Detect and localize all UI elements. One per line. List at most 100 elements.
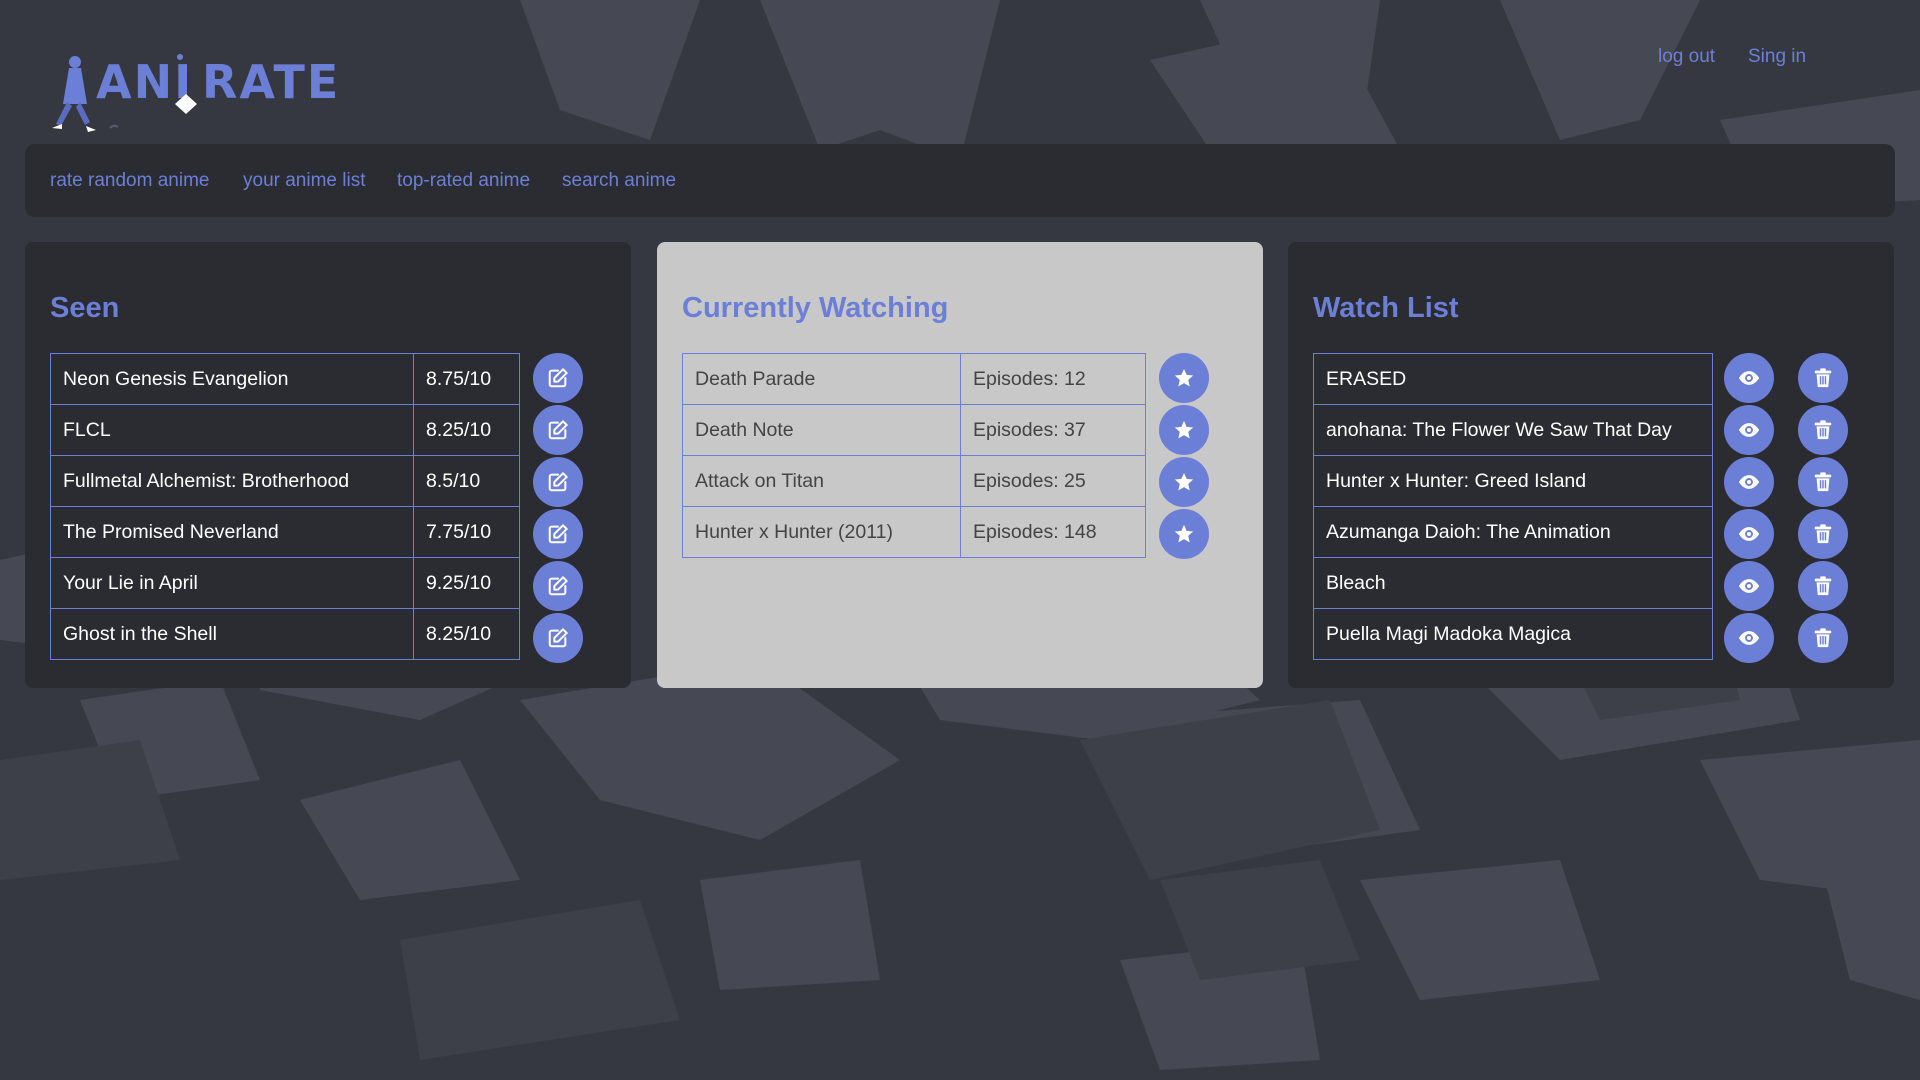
episode-count: Episodes: 12 (960, 353, 1146, 405)
anime-title: Death Note (682, 404, 961, 456)
anime-title: Ghost in the Shell (50, 608, 414, 660)
seen-panel: Seen Neon Genesis Evangelion 8.75/10 FLCL 8… (25, 242, 631, 688)
seen-table: Neon Genesis Evangelion 8.75/10 FLCL 8.25/1… (50, 353, 520, 660)
star-icon (1173, 523, 1195, 545)
rate-button[interactable] (1159, 405, 1209, 455)
table-row: Puella Magi Madoka Magica (1313, 608, 1713, 660)
edit-rating-button[interactable] (533, 405, 583, 455)
currently-watching-title: Currently Watching (682, 292, 949, 324)
table-row: Death Parade Episodes: 12 (682, 353, 1146, 405)
table-row: FLCL 8.25/10 (50, 404, 520, 456)
anime-title: Attack on Titan (682, 455, 961, 507)
nav-your-anime-list[interactable]: your anime list (243, 170, 366, 192)
watch-list-panel: Watch List ERASED anohana: The Flower We … (1288, 242, 1894, 688)
edit-rating-button[interactable] (533, 457, 583, 507)
currently-watching-panel: Currently Watching Death Parade Episodes:… (657, 242, 1263, 688)
star-icon (1173, 367, 1195, 389)
svg-text:RATE: RATE (202, 55, 340, 109)
table-row: Ghost in the Shell 8.25/10 (50, 608, 520, 660)
star-icon (1173, 419, 1195, 441)
anime-title: Your Lie in April (50, 557, 414, 609)
anime-title: The Promised Neverland (50, 506, 414, 558)
edit-icon (547, 575, 569, 597)
trash-icon (1812, 471, 1834, 493)
anime-score: 8.75/10 (413, 353, 520, 405)
table-row: Bleach (1313, 557, 1713, 609)
signin-link[interactable]: Sing in (1748, 46, 1806, 68)
episode-count: Episodes: 25 (960, 455, 1146, 507)
remove-button[interactable] (1798, 457, 1848, 507)
ani-rate-logo[interactable]: ANI RATE (48, 52, 348, 134)
remove-button[interactable] (1798, 405, 1848, 455)
eye-icon (1738, 471, 1760, 493)
anime-title: Bleach (1313, 557, 1713, 609)
seen-title: Seen (50, 292, 120, 324)
remove-button[interactable] (1798, 353, 1848, 403)
watch-list-title: Watch List (1313, 292, 1459, 324)
edit-rating-button[interactable] (533, 613, 583, 663)
main-navbar: rate random anime your anime list top-ra… (25, 144, 1895, 217)
rate-button[interactable] (1159, 457, 1209, 507)
table-row: Death Note Episodes: 37 (682, 404, 1146, 456)
table-row: Hunter x Hunter: Greed Island (1313, 455, 1713, 507)
table-row: Your Lie in April 9.25/10 (50, 557, 520, 609)
table-row: anohana: The Flower We Saw That Day (1313, 404, 1713, 456)
eye-icon (1738, 627, 1760, 649)
mark-watching-button[interactable] (1724, 353, 1774, 403)
eye-icon (1738, 419, 1760, 441)
remove-button[interactable] (1798, 613, 1848, 663)
edit-icon (547, 367, 569, 389)
table-row: Fullmetal Alchemist: Brotherhood 8.5/10 (50, 455, 520, 507)
logout-link[interactable]: log out (1658, 46, 1715, 68)
remove-button[interactable] (1798, 561, 1848, 611)
edit-icon (547, 419, 569, 441)
table-row: Azumanga Daioh: The Animation (1313, 506, 1713, 558)
anime-title: Death Parade (682, 353, 961, 405)
watch-list-table: ERASED anohana: The Flower We Saw That Da… (1313, 353, 1713, 660)
table-row: The Promised Neverland 7.75/10 (50, 506, 520, 558)
anime-title: Puella Magi Madoka Magica (1313, 608, 1713, 660)
anime-title: Fullmetal Alchemist: Brotherhood (50, 455, 414, 507)
anime-score: 8.25/10 (413, 404, 520, 456)
table-row: Neon Genesis Evangelion 8.75/10 (50, 353, 520, 405)
mark-watching-button[interactable] (1724, 457, 1774, 507)
trash-icon (1812, 367, 1834, 389)
mark-watching-button[interactable] (1724, 561, 1774, 611)
table-row: Attack on Titan Episodes: 25 (682, 455, 1146, 507)
nav-top-rated-anime[interactable]: top-rated anime (397, 170, 530, 192)
anime-score: 8.25/10 (413, 608, 520, 660)
rate-button[interactable] (1159, 509, 1209, 559)
anime-score: 9.25/10 (413, 557, 520, 609)
anime-title: Hunter x Hunter: Greed Island (1313, 455, 1713, 507)
anime-title: anohana: The Flower We Saw That Day (1313, 404, 1713, 456)
trash-icon (1812, 627, 1834, 649)
mark-watching-button[interactable] (1724, 509, 1774, 559)
edit-icon (547, 471, 569, 493)
edit-rating-button[interactable] (533, 561, 583, 611)
rate-button[interactable] (1159, 353, 1209, 403)
table-row: ERASED (1313, 353, 1713, 405)
nav-search-anime[interactable]: search anime (562, 170, 676, 192)
remove-button[interactable] (1798, 509, 1848, 559)
eye-icon (1738, 367, 1760, 389)
anime-title: Neon Genesis Evangelion (50, 353, 414, 405)
currently-watching-table: Death Parade Episodes: 12 Death Note Episod… (682, 353, 1146, 558)
nav-rate-random-anime[interactable]: rate random anime (50, 170, 209, 192)
mark-watching-button[interactable] (1724, 405, 1774, 455)
anime-title: Azumanga Daioh: The Animation (1313, 506, 1713, 558)
edit-rating-button[interactable] (533, 509, 583, 559)
anime-title: FLCL (50, 404, 414, 456)
star-icon (1173, 471, 1195, 493)
trash-icon (1812, 575, 1834, 597)
table-row: Hunter x Hunter (2011) Episodes: 148 (682, 506, 1146, 558)
anime-title: Hunter x Hunter (2011) (682, 506, 961, 558)
eye-icon (1738, 575, 1760, 597)
anime-score: 8.5/10 (413, 455, 520, 507)
anime-title: ERASED (1313, 353, 1713, 405)
mark-watching-button[interactable] (1724, 613, 1774, 663)
edit-icon (547, 627, 569, 649)
episode-count: Episodes: 37 (960, 404, 1146, 456)
anime-score: 7.75/10 (413, 506, 520, 558)
edit-icon (547, 523, 569, 545)
edit-rating-button[interactable] (533, 353, 583, 403)
